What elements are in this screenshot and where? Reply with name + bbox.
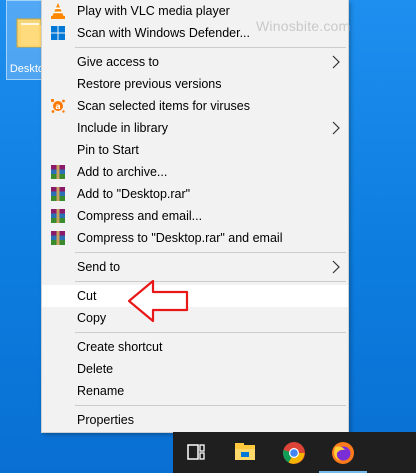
menu-item-label: Create shortcut [77,340,163,354]
task-view-button[interactable] [173,432,221,473]
menu-item-create-shortcut[interactable]: Create shortcut [42,336,348,358]
menu-item-label: Compress and email... [77,209,203,223]
menu-item-delete[interactable]: Delete [42,358,348,380]
menu-item-give-access[interactable]: Give access to [42,51,348,73]
menu-separator [75,281,346,282]
menu-separator [75,405,346,406]
menu-item-send-to[interactable]: Send to [42,256,348,278]
menu-item-label: Compress to "Desktop.rar" and email [77,231,283,245]
chevron-right-icon [332,121,340,135]
menu-item-pin-start[interactable]: Pin to Start [42,139,348,161]
menu-item-label: Scan selected items for viruses [77,99,250,113]
chrome-button[interactable] [270,432,318,473]
menu-item-compress-rar-email[interactable]: Compress to "Desktop.rar" and email [42,227,348,249]
menu-item-add-desktop-rar[interactable]: Add to "Desktop.rar" [42,183,348,205]
menu-item-label: Delete [77,362,114,376]
menu-item-rename[interactable]: Rename [42,380,348,402]
winrar-icon [51,209,65,223]
menu-item-add-archive[interactable]: Add to archive... [42,161,348,183]
taskbar [173,432,416,473]
menu-item-label: Restore previous versions [77,77,222,91]
menu-item-label: Add to archive... [77,165,168,179]
chevron-right-icon [332,260,340,274]
menu-item-label: Add to "Desktop.rar" [77,187,191,201]
file-explorer-button[interactable] [221,432,269,473]
menu-item-compress-email[interactable]: Compress and email... [42,205,348,227]
menu-item-label: Rename [77,384,125,398]
menu-separator [75,252,346,253]
red-arrow-annotation [127,279,189,323]
winrar-icon [51,187,65,201]
menu-item-label: Properties [77,413,134,427]
menu-item-label: Play with VLC media player [77,4,230,18]
chevron-right-icon [332,55,340,69]
menu-item-label: Copy [77,311,107,325]
task-view-icon [187,444,205,460]
firefox-icon [332,442,354,464]
svg-text:a: a [55,102,60,111]
windows-defender-icon [51,26,65,40]
menu-item-scan-viruses[interactable]: a Scan selected items for viruses [42,95,348,117]
avast-icon: a [50,98,65,113]
menu-item-properties[interactable]: Properties [42,409,348,431]
menu-item-label: Cut [77,289,97,303]
watermark-text: Winosbite.com [256,18,351,34]
menu-item-label: Include in library [77,121,169,135]
menu-item-label: Scan with Windows Defender... [77,26,250,40]
menu-separator [75,332,346,333]
winrar-icon [51,231,65,245]
menu-item-cut[interactable]: Cut [42,285,348,307]
firefox-button[interactable] [319,432,367,473]
menu-item-copy[interactable]: Copy [42,307,348,329]
menu-item-label: Pin to Start [77,143,139,157]
menu-separator [75,47,346,48]
file-explorer-icon [235,443,255,460]
menu-item-label: Send to [77,260,121,274]
context-menu: Play with VLC media player Scan with Win… [41,0,349,433]
menu-item-include-library[interactable]: Include in library [42,117,348,139]
menu-item-restore-versions[interactable]: Restore previous versions [42,73,348,95]
winrar-icon [51,165,65,179]
vlc-icon [51,3,65,19]
chrome-icon [283,442,305,464]
menu-item-label: Give access to [77,55,159,69]
